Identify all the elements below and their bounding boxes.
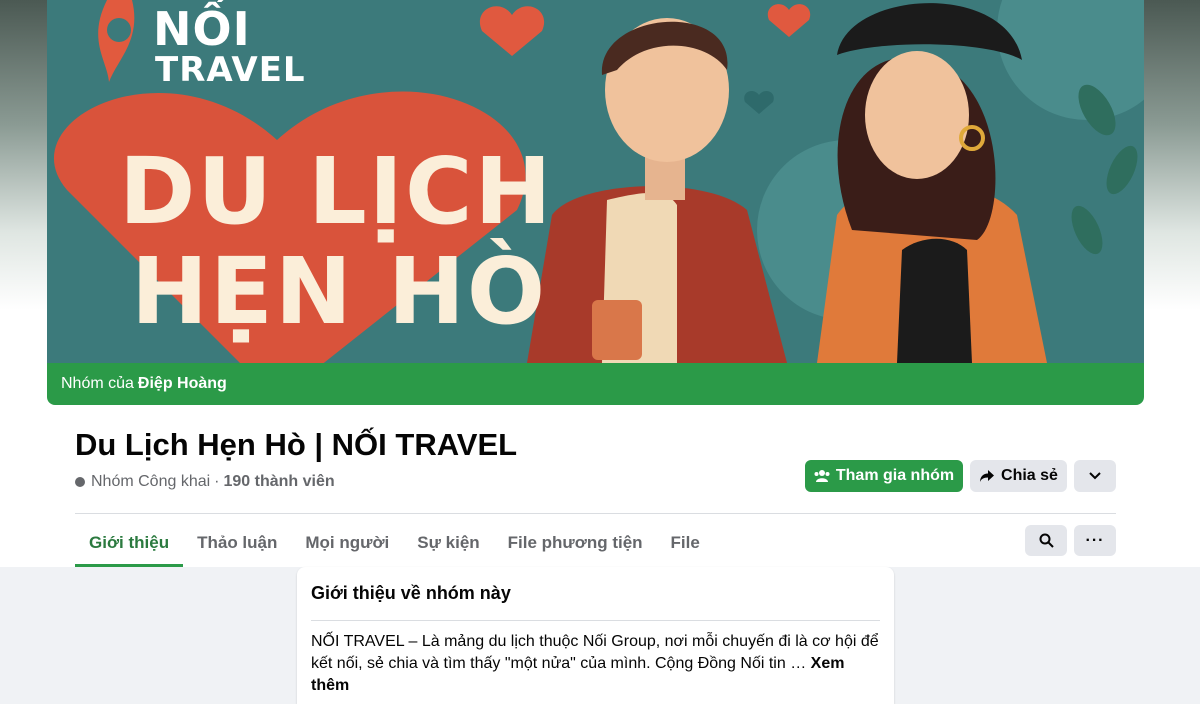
join-group-button[interactable]: Tham gia nhóm [805,460,963,492]
globe-icon [75,477,85,487]
join-group-label: Tham gia nhóm [835,467,955,484]
about-text: NỐI TRAVEL – Là mảng du lịch thuộc Nối G… [311,633,879,672]
share-label: Chia sẻ [1001,467,1058,484]
group-owner-strip: Nhóm của Điệp Hoàng [47,363,1144,405]
tab-moi-nguoi[interactable]: Mọi người [291,518,403,567]
group-title[interactable]: Du Lịch Hẹn Hò | NỐI TRAVEL [75,427,517,463]
brand-logo-line1: NỐI [153,2,251,56]
cover-headline-line2: HẸN HÒ [131,238,548,345]
more-actions-button[interactable]: ··· [1074,525,1116,556]
meta-separator: · [214,473,220,490]
member-count-link[interactable]: 190 thành viên [224,473,335,491]
chevron-down-icon [1089,472,1101,480]
cover-headline-line1: DU LỊCH [119,138,554,245]
search-icon [1039,533,1054,548]
group-privacy: Nhóm Công khai [91,473,211,490]
owner-prefix: Nhóm của [61,375,134,392]
header-divider [75,513,1116,514]
about-card: Giới thiệu về nhóm này NỐI TRAVEL – Là m… [297,567,894,704]
group-meta: Nhóm Công khai · 190 thành viên [75,473,335,491]
tab-gioi-thieu[interactable]: Giới thiệu [75,518,184,567]
search-button[interactable] [1025,525,1067,556]
brand-logo-line2: TRAVEL [155,50,306,90]
tab-thao-luan[interactable]: Thảo luận [183,518,291,567]
more-options-dropdown[interactable] [1074,460,1116,492]
about-divider [311,620,880,621]
cover-photo[interactable]: NỐI TRAVEL DU LỊCH HẸN HÒ Nhóm của Điệp … [47,0,1144,405]
tab-file-phuong-tien[interactable]: File phương tiện [494,518,657,567]
share-arrow-icon [980,470,995,482]
owner-name-link[interactable]: Điệp Hoàng [138,375,227,393]
about-title: Giới thiệu về nhóm này [311,583,511,603]
people-icon [814,470,830,482]
tab-file[interactable]: File [657,518,714,567]
group-tabs: Giới thiệu Thảo luận Mọi người Sự kiện F… [75,518,714,567]
about-description: NỐI TRAVEL – Là mảng du lịch thuộc Nối G… [311,631,881,697]
share-button[interactable]: Chia sẻ [970,460,1067,492]
tab-su-kien[interactable]: Sự kiện [403,518,493,567]
